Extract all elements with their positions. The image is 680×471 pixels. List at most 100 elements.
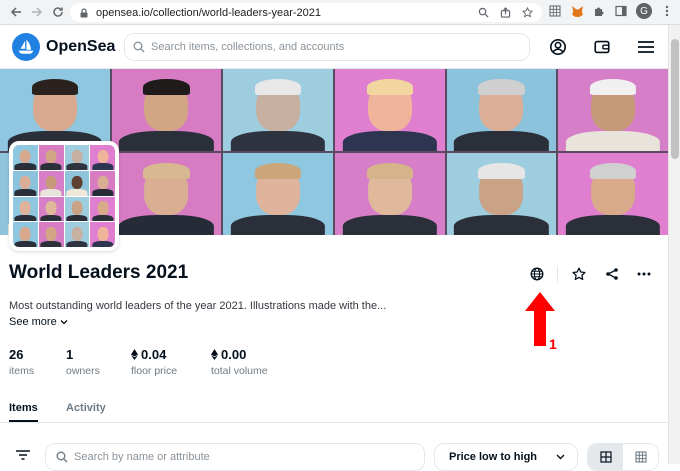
avatar-mini-portrait xyxy=(64,196,90,222)
address-bar[interactable]: opensea.io/collection/world-leaders-year… xyxy=(70,3,542,22)
small-grid-view-button[interactable] xyxy=(623,444,658,470)
account-icon[interactable] xyxy=(548,37,568,57)
mini-head xyxy=(97,175,109,190)
site-search-placeholder: Search items, collections, and accounts xyxy=(151,41,345,53)
avatar-mini-portrait xyxy=(13,145,38,170)
extensions-puzzle-icon[interactable] xyxy=(592,4,606,18)
mini-body xyxy=(91,240,114,247)
sort-dropdown[interactable]: Price low to high xyxy=(434,443,578,471)
scrollbar-thumb[interactable] xyxy=(671,39,679,159)
ethereum-icon xyxy=(131,349,138,360)
back-icon[interactable] xyxy=(6,2,26,22)
see-more-label: See more xyxy=(9,316,57,328)
mini-head xyxy=(71,175,83,190)
mini-head xyxy=(45,227,57,241)
mini-head xyxy=(19,227,31,241)
portrait-hair xyxy=(478,78,525,96)
avatar-mini-portrait xyxy=(13,222,38,247)
mini-body xyxy=(40,214,62,222)
website-globe-icon[interactable] xyxy=(529,266,545,282)
chevron-down-icon xyxy=(60,320,68,325)
avatar-mini-portrait xyxy=(64,145,90,170)
chevron-down-icon xyxy=(556,454,565,460)
portrait-hair xyxy=(366,78,413,96)
profile-avatar-icon[interactable]: G xyxy=(636,3,652,19)
avatar-mini-portrait xyxy=(38,145,64,170)
stat-value: 1 xyxy=(66,347,74,362)
see-more-button[interactable]: See more xyxy=(9,316,68,328)
metamask-fox-icon[interactable] xyxy=(570,4,584,18)
mini-body xyxy=(66,189,88,196)
banner-portrait-tile xyxy=(446,153,557,235)
mini-body xyxy=(14,240,37,247)
collection-avatar xyxy=(9,141,119,251)
large-grid-view-button[interactable] xyxy=(588,444,623,470)
opensea-boat-icon xyxy=(12,33,40,61)
portrait-body xyxy=(231,215,326,235)
portrait-body xyxy=(119,131,214,151)
small-grid-icon xyxy=(634,451,647,463)
avatar-mini-portrait xyxy=(90,145,115,170)
banner-portrait-tile xyxy=(446,69,557,151)
share-icon[interactable] xyxy=(498,5,512,19)
browser-toolbar: opensea.io/collection/world-leaders-year… xyxy=(0,0,680,25)
mini-head xyxy=(71,201,83,215)
mini-body xyxy=(40,163,62,170)
avatar-mini-portrait xyxy=(13,170,38,196)
portrait-hair xyxy=(478,162,525,180)
tabs-divider xyxy=(0,422,668,423)
stat-label: total volume xyxy=(211,365,268,377)
portrait-hair xyxy=(590,78,637,96)
portrait-body xyxy=(231,131,326,151)
mini-body xyxy=(91,163,114,170)
mini-body xyxy=(14,189,37,196)
portrait-body xyxy=(566,215,661,235)
site-search-input[interactable]: Search items, collections, and accounts xyxy=(124,33,530,61)
logo-text: OpenSea xyxy=(46,38,116,55)
tab-items[interactable]: Items xyxy=(9,402,38,414)
filter-icon[interactable] xyxy=(15,448,31,464)
mini-body xyxy=(66,163,88,170)
portrait-hair xyxy=(255,162,302,180)
favorite-star-icon[interactable] xyxy=(571,266,587,282)
portrait-hair xyxy=(590,162,637,180)
banner-portrait-tile xyxy=(223,153,333,235)
browser-menu-icon[interactable] xyxy=(660,4,674,18)
mini-body xyxy=(14,163,37,170)
wallet-icon[interactable] xyxy=(592,37,612,57)
sort-label: Price low to high xyxy=(449,451,538,463)
share-icon[interactable] xyxy=(604,266,620,282)
extension-grid-icon[interactable] xyxy=(548,4,562,18)
stat-items: 26 items xyxy=(9,347,34,377)
large-grid-icon xyxy=(599,451,612,463)
ethereum-icon xyxy=(211,349,218,360)
tab-activity[interactable]: Activity xyxy=(66,402,106,414)
hamburger-menu-icon[interactable] xyxy=(636,37,656,57)
page-scrollbar[interactable] xyxy=(668,25,680,464)
more-options-icon[interactable] xyxy=(636,266,652,282)
mini-head xyxy=(45,149,57,164)
portrait-body xyxy=(342,131,437,151)
portrait-hair xyxy=(143,162,190,180)
mini-body xyxy=(66,214,88,222)
item-search-input[interactable]: Search by name or attribute xyxy=(45,443,425,471)
search-icon xyxy=(133,41,145,53)
zoom-icon[interactable] xyxy=(476,5,490,19)
item-search-placeholder: Search by name or attribute xyxy=(74,451,210,463)
avatar-mini-portrait xyxy=(38,196,64,222)
reload-icon[interactable] xyxy=(48,2,68,22)
stat-label: owners xyxy=(66,365,100,377)
annotation-number: 1 xyxy=(549,336,557,352)
mini-head xyxy=(97,201,109,215)
forward-icon[interactable] xyxy=(27,2,47,22)
mini-body xyxy=(91,214,114,222)
banner-portrait-tile xyxy=(558,153,668,235)
avatar-mini-portrait xyxy=(90,170,115,196)
bookmark-star-icon[interactable] xyxy=(520,5,534,19)
mini-head xyxy=(71,149,83,164)
mini-head xyxy=(97,149,109,164)
stat-floor-price: 0.04 floor price xyxy=(131,347,177,377)
avatar-mini-portrait xyxy=(38,222,64,247)
side-panel-icon[interactable] xyxy=(614,4,628,18)
opensea-logo[interactable]: OpenSea xyxy=(12,33,115,61)
